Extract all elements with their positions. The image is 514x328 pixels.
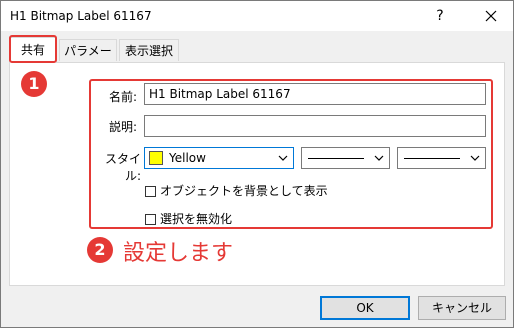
step-2-marker: 2 bbox=[87, 237, 113, 263]
step-2-caption: 設定します bbox=[123, 241, 234, 266]
settings-highlight-box bbox=[89, 79, 493, 229]
ok-button[interactable]: OK bbox=[320, 296, 410, 320]
close-icon bbox=[485, 10, 497, 22]
step-1-marker: 1 bbox=[21, 71, 47, 97]
tab-parameters[interactable]: パラメータ bbox=[59, 39, 117, 80]
title-bar: H1 Bitmap Label 61167 ? bbox=[1, 1, 513, 31]
help-button[interactable]: ? bbox=[429, 5, 451, 27]
window-title: H1 Bitmap Label 61167 bbox=[10, 9, 152, 23]
tab-visualization[interactable]: 表示選択 bbox=[119, 39, 179, 61]
tab-highlight-box bbox=[9, 35, 57, 63]
cancel-button[interactable]: キャンセル bbox=[418, 296, 506, 320]
dialog-window: H1 Bitmap Label 61167 ? 共有 パラメータ 表示選択 名前… bbox=[0, 0, 514, 328]
close-button[interactable] bbox=[479, 5, 503, 27]
